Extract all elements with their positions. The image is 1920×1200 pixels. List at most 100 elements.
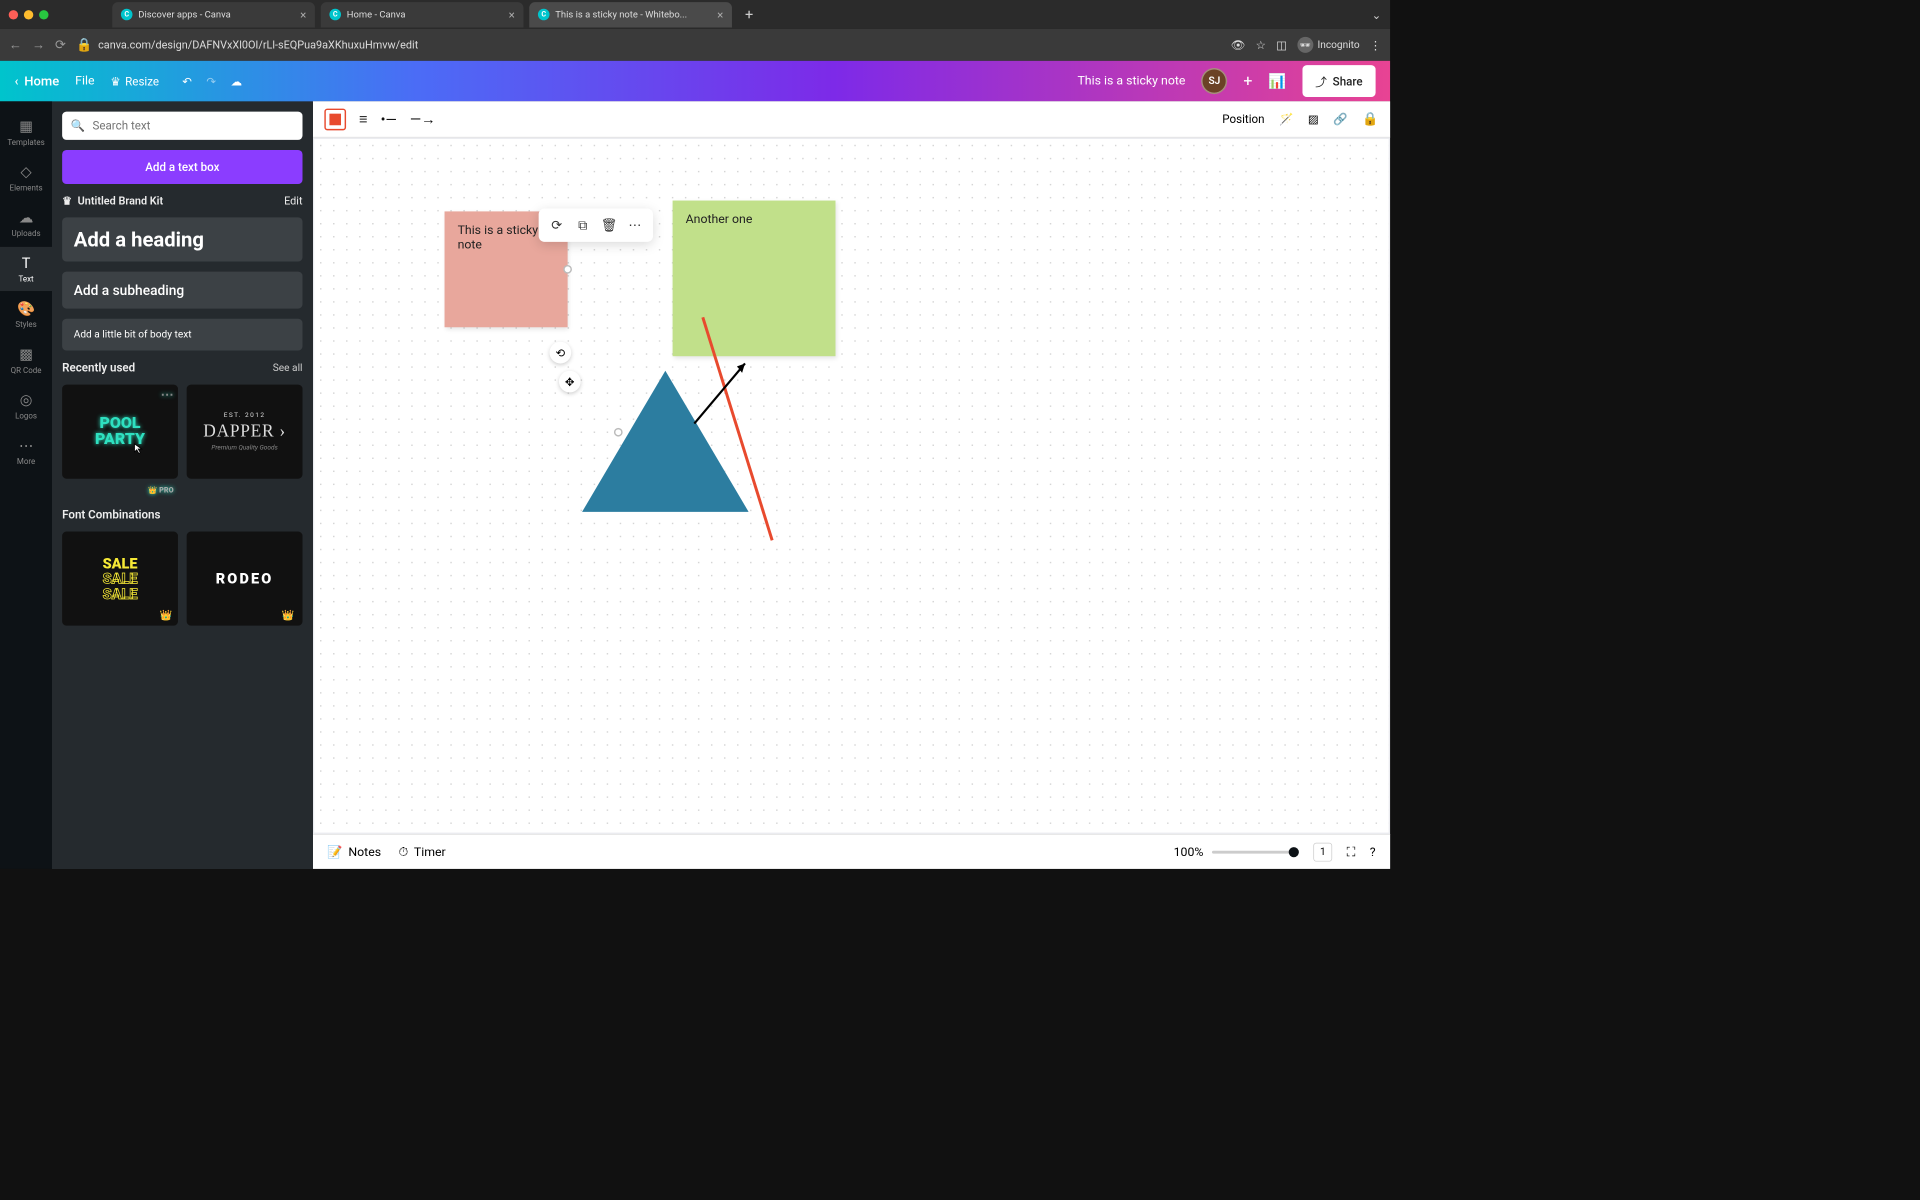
window-traffic-lights <box>9 10 49 19</box>
notes-icon: 📝 <box>327 845 342 859</box>
line-color-swatch[interactable] <box>324 108 346 130</box>
text-template-sale[interactable]: SALE SALE SALE 👑 <box>62 531 178 625</box>
rail-styles[interactable]: 🎨Styles <box>0 292 52 336</box>
notes-button[interactable]: 📝 Notes <box>327 845 381 859</box>
search-icon: 🔍 <box>71 119 85 133</box>
url-field[interactable]: 🔒 canva.com/design/DAFNVxXl0OI/rLl-sEQPu… <box>76 37 1221 52</box>
close-tab-icon[interactable]: × <box>300 8 306 22</box>
lock-icon[interactable]: 🔒 <box>1362 111 1378 126</box>
zoom-slider-handle[interactable] <box>1289 847 1299 857</box>
rail-logos[interactable]: ◎Logos <box>0 384 52 428</box>
chevron-up-icon[interactable]: ⌃ <box>690 0 700 4</box>
logos-icon: ◎ <box>20 391 33 408</box>
back-button-icon[interactable]: ← <box>9 37 22 52</box>
upload-icon: ⤴ <box>1315 72 1327 89</box>
add-text-box-button[interactable]: Add a text box <box>62 150 302 184</box>
resize-menu[interactable]: ♛ Resize <box>110 74 159 88</box>
canva-favicon-icon: C <box>329 9 341 21</box>
qrcode-icon: ▩ <box>19 345 33 362</box>
reload-button-icon[interactable]: ⟳ <box>55 37 66 52</box>
canva-favicon-icon: C <box>538 9 550 21</box>
add-collaborator-icon[interactable]: + <box>1243 72 1252 90</box>
analytics-icon[interactable]: 📊 <box>1268 72 1286 89</box>
close-window-icon[interactable] <box>9 10 18 19</box>
connector-arrow-black[interactable] <box>314 139 1388 833</box>
bookmark-star-icon[interactable]: ☆ <box>1256 38 1266 52</box>
redo-icon[interactable]: ↷ <box>206 74 216 88</box>
tabs-chevron-icon[interactable]: ⌄ <box>1372 8 1382 22</box>
rail-templates[interactable]: ▦Templates <box>0 110 52 154</box>
crown-icon: ♛ <box>110 74 120 88</box>
chevron-left-icon: ‹ <box>14 73 18 88</box>
browser-menu-icon[interactable]: ⋮ <box>1370 38 1382 52</box>
zoom-control[interactable]: 100% <box>1174 845 1299 859</box>
rail-qrcode[interactable]: ▩QR Code <box>0 338 52 382</box>
maximize-window-icon[interactable] <box>39 10 48 19</box>
tab-current-design[interactable]: C This is a sticky note - Whitebo... × <box>529 2 732 27</box>
search-field[interactable] <box>93 119 294 133</box>
canvas-footer: 📝 Notes ⏱ Timer ⌃ 100% 1 ⛶ ? <box>313 834 1390 869</box>
see-all-link[interactable]: See all <box>273 362 303 374</box>
fullscreen-icon[interactable]: ⛶ <box>1347 845 1356 859</box>
zoom-slider[interactable] <box>1212 850 1299 853</box>
rail-uploads[interactable]: ☁Uploads <box>0 201 52 245</box>
forward-button-icon[interactable]: → <box>32 37 45 52</box>
home-button[interactable]: ‹ Home <box>14 73 59 88</box>
move-handle[interactable]: ✥ <box>559 371 581 393</box>
line-start-icon[interactable]: •— <box>381 110 397 127</box>
eye-off-icon[interactable]: 👁 <box>1231 38 1246 52</box>
design-title[interactable]: This is a sticky note <box>1077 74 1185 88</box>
rail-text[interactable]: TText <box>0 247 52 291</box>
trash-icon[interactable]: 🗑 <box>598 214 620 236</box>
canva-favicon-icon: C <box>121 9 133 21</box>
position-button[interactable]: Position <box>1222 112 1264 126</box>
close-tab-icon[interactable]: × <box>717 8 723 22</box>
line-end-icon[interactable]: —→ <box>410 110 436 128</box>
duplicate-icon[interactable]: ⧉ <box>572 214 594 236</box>
browser-urlbar: ← → ⟳ 🔒 canva.com/design/DAFNVxXl0OI/rLl… <box>0 29 1390 61</box>
transparency-icon[interactable]: ▨ <box>1308 112 1319 126</box>
text-template-pool-party[interactable]: ⋯ POOL PARTY 👑 PRO <box>62 384 178 478</box>
brand-kit-row[interactable]: ♛ Untitled Brand Kit Edit <box>62 194 302 207</box>
file-menu[interactable]: File <box>75 74 94 88</box>
new-tab-button[interactable]: + <box>738 6 761 23</box>
more-icon[interactable]: ⋯ <box>624 214 646 236</box>
whiteboard-canvas[interactable]: This is a sticky note Another one ⟳ ⧉ 🗑 … <box>314 139 1388 833</box>
add-subheading-button[interactable]: Add a subheading <box>62 272 302 309</box>
undo-icon[interactable]: ↶ <box>182 74 192 88</box>
magic-icon[interactable]: 🪄 <box>1279 112 1293 126</box>
incognito-label: Incognito <box>1317 39 1359 51</box>
text-template-dapper[interactable]: EST. 2012 DAPPER › Premium Quality Goods <box>187 384 303 478</box>
brand-edit-link[interactable]: Edit <box>284 194 302 207</box>
share-button[interactable]: ⤴ Share <box>1302 65 1375 97</box>
minimize-window-icon[interactable] <box>24 10 33 19</box>
recently-used-header: Recently used See all <box>62 361 302 375</box>
incognito-indicator[interactable]: 🕶 Incognito <box>1297 37 1359 53</box>
card-more-icon[interactable]: ⋯ <box>161 389 174 402</box>
incognito-icon: 🕶 <box>1297 37 1313 53</box>
tab-home[interactable]: C Home - Canva × <box>321 2 524 27</box>
rotate-handle[interactable]: ⟲ <box>550 342 572 364</box>
cloud-sync-icon[interactable]: ☁ <box>231 74 243 88</box>
url-text: canva.com/design/DAFNVxXl0OI/rLl-sEQPua9… <box>98 38 418 51</box>
search-text-input[interactable]: 🔍 <box>62 111 302 139</box>
timer-button[interactable]: ⏱ Timer <box>398 845 445 859</box>
page-indicator[interactable]: 1 <box>1313 842 1332 861</box>
styles-icon: 🎨 <box>17 300 35 317</box>
text-template-rodeo[interactable]: RODEO 👑 <box>187 531 303 625</box>
line-style-icon[interactable]: ≡ <box>359 110 367 128</box>
side-panel-icon[interactable]: ◫ <box>1276 38 1287 52</box>
close-tab-icon[interactable]: × <box>509 8 515 22</box>
font-combinations-header: Font Combinations <box>62 508 302 522</box>
add-body-text-button[interactable]: Add a little bit of body text <box>62 319 302 351</box>
help-icon[interactable]: ? <box>1370 845 1376 859</box>
left-rail: ▦Templates ◇Elements ☁Uploads TText 🎨Sty… <box>0 101 52 868</box>
timer-icon: ⏱ <box>398 845 408 859</box>
add-heading-button[interactable]: Add a heading <box>62 217 302 261</box>
link-icon[interactable]: 🔗 <box>1333 112 1347 126</box>
user-avatar[interactable]: SJ <box>1201 68 1227 94</box>
refresh-icon[interactable]: ⟳ <box>546 214 568 236</box>
tab-discover-apps[interactable]: C Discover apps - Canva × <box>112 2 315 27</box>
rail-more[interactable]: ⋯More <box>0 429 52 473</box>
rail-elements[interactable]: ◇Elements <box>0 156 52 200</box>
